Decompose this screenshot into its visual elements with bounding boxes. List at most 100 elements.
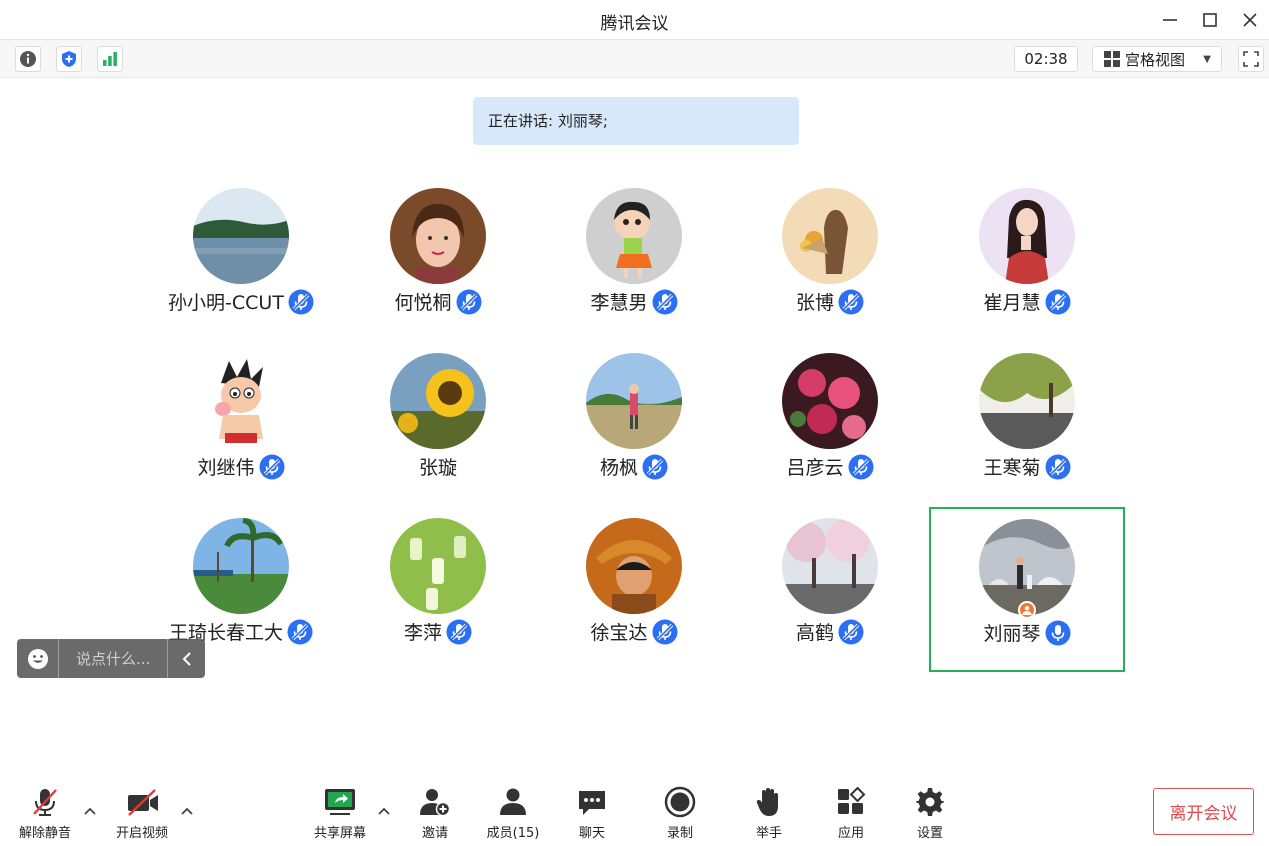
participant-name: 刘丽琴 — [983, 623, 1041, 645]
minimize-button[interactable] — [1158, 8, 1182, 32]
security-button[interactable] — [56, 46, 82, 72]
avatar — [586, 353, 682, 449]
mic-muted-icon — [1044, 453, 1071, 480]
apps-button[interactable]: 应用 — [816, 786, 886, 842]
close-window-button[interactable] — [1238, 8, 1262, 32]
active-speaker-banner: 正在讲话: 刘丽琴; — [473, 97, 799, 145]
participant-name: 杨枫 — [599, 457, 638, 479]
hand-icon — [753, 786, 785, 818]
chevron-up-icon — [84, 807, 96, 815]
add-user-icon — [419, 786, 451, 818]
quick-chat-bar[interactable]: 说点什么... — [17, 639, 205, 678]
avatar — [390, 518, 486, 614]
participant-tile[interactable]: 李慧男 — [536, 178, 732, 343]
avatar — [193, 353, 289, 449]
avatar — [782, 188, 878, 284]
maximize-icon — [1203, 13, 1217, 27]
fullscreen-button[interactable] — [1238, 46, 1264, 72]
signal-icon — [103, 52, 117, 66]
avatar — [979, 188, 1075, 284]
participant-tile[interactable]: 高鹤 — [732, 508, 928, 673]
meeting-window: 腾讯会议 02:38 宫格视图 ▼ 正在讲话: 刘丽琴; 孙小明-CCUT 何悦… — [0, 0, 1269, 846]
meeting-info-bar: 02:38 宫格视图 ▼ — [0, 40, 1269, 78]
mic-muted-icon — [838, 288, 864, 315]
members-label: 成员(15) — [486, 826, 540, 841]
info-icon — [20, 51, 36, 67]
view-mode-select[interactable]: 宫格视图 ▼ — [1092, 46, 1222, 72]
emoji-button[interactable] — [17, 639, 59, 678]
participant-tile[interactable]: 王寒菊 — [929, 343, 1125, 508]
avatar — [390, 353, 486, 449]
grid-view-icon — [1104, 51, 1120, 67]
leave-meeting-button[interactable]: 离开会议 — [1153, 788, 1254, 835]
participant-tile[interactable]: 张璇 — [340, 343, 536, 508]
participant-name-line: 崔月慧 — [899, 288, 1155, 315]
sunflower-avatar-image — [390, 353, 486, 449]
record-label: 录制 — [666, 826, 693, 841]
muted-mic-icon — [29, 786, 61, 818]
mic-muted-icon — [847, 453, 874, 480]
pink-flowers-avatar-image — [782, 353, 878, 449]
chevron-up-icon — [181, 807, 193, 815]
participant-name: 徐宝达 — [590, 622, 648, 644]
palm-beach-avatar-image — [193, 518, 289, 614]
participant-tile[interactable]: 李萍 — [340, 508, 536, 673]
cherry-blossom-avatar-image — [782, 518, 878, 614]
participant-name: 张璇 — [418, 457, 457, 479]
start-video-label: 开启视频 — [115, 826, 168, 841]
video-options-arrow[interactable] — [179, 803, 195, 819]
meeting-info-button[interactable] — [15, 46, 41, 72]
record-button[interactable]: 录制 — [645, 786, 715, 842]
close-icon — [1243, 13, 1257, 27]
invite-button[interactable]: 邀请 — [400, 786, 470, 842]
participant-name: 崔月慧 — [983, 292, 1041, 314]
anime-pirate-avatar-image — [586, 518, 682, 614]
participant-tile[interactable]: 吕彦云 — [732, 343, 928, 508]
raise-hand-button[interactable]: 举手 — [734, 786, 804, 842]
start-video-button[interactable]: 开启视频 — [107, 786, 177, 842]
chevron-up-icon — [378, 807, 390, 815]
avatar — [193, 188, 289, 284]
record-icon — [664, 786, 696, 818]
emoji-icon — [27, 648, 48, 669]
minimize-icon — [1163, 19, 1177, 21]
chat-input[interactable]: 说点什么... — [59, 648, 167, 669]
unmute-button[interactable]: 解除静音 — [10, 786, 80, 842]
share-options-arrow[interactable] — [376, 803, 392, 819]
mic-muted-icon — [651, 618, 678, 645]
bottom-toolbar: 解除静音 开启视频 共享屏幕 邀请 成员(15) 聊天 录制 举手 应用 设置 … — [0, 780, 1269, 846]
window-title: 腾讯会议 — [600, 14, 669, 34]
share-screen-button[interactable]: 共享屏幕 — [305, 786, 375, 842]
participant-tile[interactable]: 刘继伟 — [143, 343, 339, 508]
participant-tile[interactable]: 杨枫 — [536, 343, 732, 508]
members-button[interactable]: 成员(15) — [478, 786, 548, 842]
participant-name: 李慧男 — [590, 292, 648, 314]
participant-tile[interactable]: 刘丽琴 — [929, 507, 1125, 672]
network-status-button[interactable] — [97, 46, 123, 72]
illustrated-woman-avatar-image — [979, 188, 1075, 284]
meeting-timer: 02:38 — [1014, 46, 1078, 72]
avatar — [390, 188, 486, 284]
participant-tile[interactable]: 张博 — [732, 178, 928, 343]
chat-button[interactable]: 聊天 — [557, 786, 627, 842]
mic-active-icon — [1044, 619, 1071, 646]
chevron-left-icon — [182, 651, 191, 666]
participant-tile[interactable]: 何悦桐 — [340, 178, 536, 343]
collapse-chat-button[interactable] — [167, 639, 205, 678]
lake-landscape-avatar-image — [193, 188, 289, 284]
participant-tile[interactable]: 孙小明-CCUT — [143, 178, 339, 343]
participant-tile[interactable]: 徐宝达 — [536, 508, 732, 673]
audio-options-arrow[interactable] — [82, 803, 98, 819]
avatar — [979, 353, 1075, 449]
participant-tile[interactable]: 崔月慧 — [929, 178, 1125, 343]
unmute-label: 解除静音 — [18, 826, 71, 841]
chat-icon — [576, 786, 608, 818]
mic-muted-icon — [642, 453, 668, 480]
cartoon-girl-avatar-image — [586, 188, 682, 284]
maximize-button[interactable] — [1198, 8, 1222, 32]
raise-hand-label: 举手 — [755, 826, 782, 841]
settings-button[interactable]: 设置 — [895, 786, 965, 842]
mic-muted-icon — [455, 288, 482, 315]
avatar — [193, 518, 289, 614]
participant-name: 张博 — [795, 292, 834, 314]
